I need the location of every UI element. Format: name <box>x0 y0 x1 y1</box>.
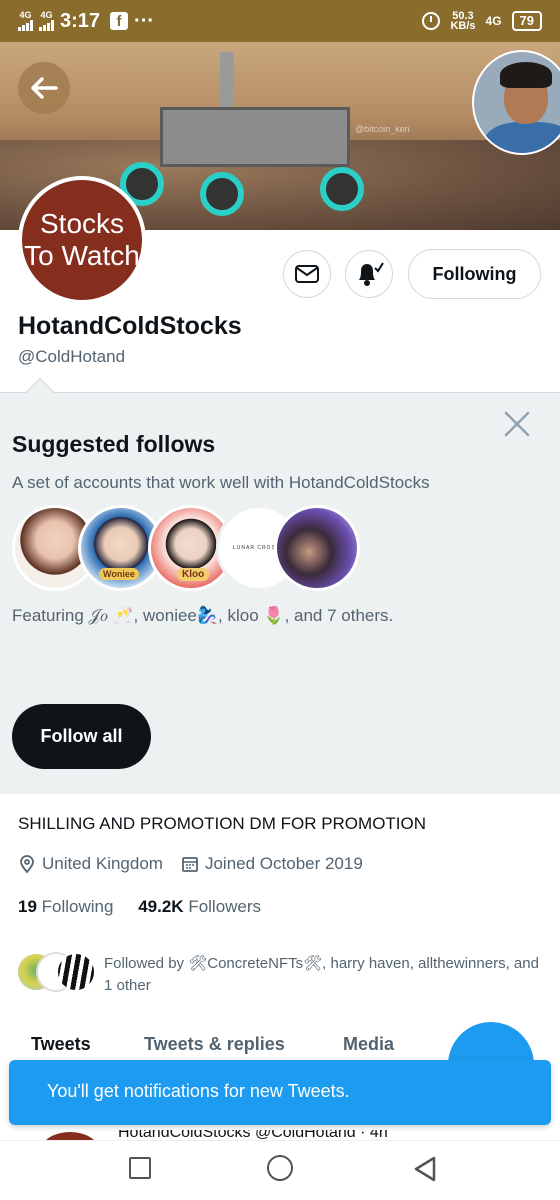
rover-body <box>160 107 350 167</box>
suggested-follows-panel: Suggested follows A set of accounts that… <box>0 392 560 794</box>
banner-watermark: @bitcoin_ken <box>355 124 410 134</box>
alarm-clock-icon <box>422 12 441 30</box>
tab-tweets-and-replies[interactable]: Tweets & replies <box>144 1034 285 1055</box>
followed-by-text[interactable]: Followed by 🛠ConcreteNFTs🛠, harry haven,… <box>104 953 544 997</box>
profile-handle: @ColdHotand <box>18 347 126 366</box>
location-pin-icon <box>20 855 34 874</box>
suggested-follows-description: A set of accounts that work well with Ho… <box>12 473 430 492</box>
woniee-label: Woniee <box>99 568 139 580</box>
notification-toast[interactable]: You'll get notifications for new Tweets. <box>9 1060 551 1125</box>
following-button[interactable]: Following <box>408 249 541 299</box>
rover-wheel <box>200 172 244 216</box>
status-time: 3:17 <box>60 9 101 32</box>
home-button[interactable] <box>267 1155 293 1181</box>
following-count: 19 <box>18 897 37 916</box>
signal-icon: 4G <box>18 11 33 31</box>
close-icon <box>504 411 530 437</box>
followers-label: Followers <box>188 897 262 916</box>
calendar-icon <box>182 857 198 872</box>
network-type-right: 4G <box>485 14 502 28</box>
rover-wheel <box>320 167 364 211</box>
follow-counts: 19 Following 49.2K Followers <box>18 897 261 917</box>
followers-count-link[interactable]: 49.2K Followers <box>138 897 261 916</box>
following-label: Following <box>41 897 114 916</box>
network-type-label-2: 4G <box>40 10 53 20</box>
signal-icon-2: 4G <box>39 11 54 31</box>
profile-name: HotandColdStocks <box>18 312 242 340</box>
facebook-app-icon: f <box>110 12 129 30</box>
more-notifications-icon: ··· <box>134 9 155 32</box>
profile-meta: United Kingdom Joined October 2019 <box>18 854 363 874</box>
status-bar: 4G 4G 3:17 f ··· 50.3 KB/s 4G 79 <box>0 0 560 42</box>
tweet-author-line: HotandColdStocks @ColdHotand · 4h <box>118 1130 388 1140</box>
rover-mast <box>220 52 234 112</box>
kloo-label: Kloo <box>177 568 210 581</box>
android-nav-bar <box>0 1140 560 1200</box>
avatar-text-line2: To Watch <box>24 240 140 271</box>
back-arrow-icon <box>31 77 58 99</box>
suggested-avatar-5[interactable] <box>274 505 360 591</box>
tab-tweets[interactable]: Tweets <box>31 1034 91 1055</box>
suggested-avatars[interactable]: Woniee Kloo LUNAR CROSS <box>12 505 372 595</box>
notifications-button[interactable] <box>345 250 393 298</box>
recent-apps-button[interactable] <box>129 1157 151 1179</box>
following-count-link[interactable]: 19 Following <box>18 897 113 916</box>
speed-unit: KB/s <box>450 20 476 32</box>
profile-joined: Joined October 2019 <box>204 854 363 873</box>
dismiss-suggestions-button[interactable] <box>500 407 534 441</box>
tweet-author-avatar <box>40 1132 100 1140</box>
first-tweet-preview[interactable]: HotandColdStocks @ColdHotand · 4h <box>40 1130 510 1140</box>
follow-all-button[interactable]: Follow all <box>12 704 151 769</box>
profile-location: United Kingdom <box>42 854 163 873</box>
featuring-text: Featuring 𝒥𝑜 🥂, woniee🧞‍♀️, kloo 🌷, and … <box>12 606 394 625</box>
avatar-text-line1: Stocks <box>39 208 125 239</box>
profile-avatar[interactable]: Stocks To Watch <box>18 176 146 304</box>
followed-by-avatars[interactable] <box>16 952 98 994</box>
network-type-label: 4G <box>19 10 32 20</box>
rover-image <box>120 52 380 222</box>
back-button[interactable] <box>18 62 70 114</box>
video-overlay <box>472 50 560 155</box>
overlay-person-shirt <box>484 122 560 153</box>
suggested-follows-title: Suggested follows <box>12 431 216 457</box>
battery-icon: 79 <box>511 11 542 31</box>
message-button[interactable] <box>283 250 331 298</box>
profile-bio: SHILLING AND PROMOTION DM FOR PROMOTION <box>18 814 427 833</box>
followed-by-avatar-3 <box>56 952 96 992</box>
overlay-person-hair <box>500 62 552 88</box>
bell-check-icon <box>359 262 384 286</box>
tab-media[interactable]: Media <box>343 1034 394 1055</box>
network-speed: 50.3 KB/s <box>450 11 476 32</box>
envelope-icon <box>295 265 319 283</box>
back-nav-button[interactable] <box>410 1154 440 1184</box>
followers-count: 49.2K <box>138 897 184 916</box>
